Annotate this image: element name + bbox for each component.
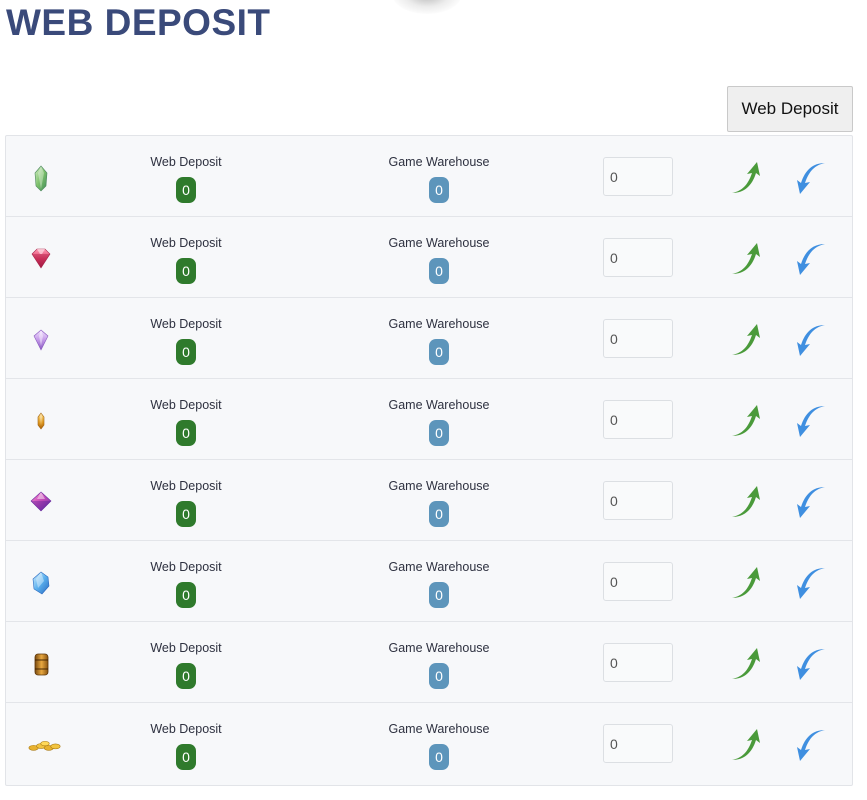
quantity-input[interactable] [603,319,673,358]
game-warehouse-column: Game Warehouse 0 [379,560,499,608]
quantity-input[interactable] [603,400,673,439]
web-deposit-column: Web Deposit 0 [136,398,236,446]
game-warehouse-count-badge: 0 [429,420,449,446]
web-deposit-label: Web Deposit [150,722,222,736]
item-row: Web Deposit 0 Game Warehouse 0 [6,622,852,703]
item-row: Web Deposit 0 Game Warehouse 0 [6,541,852,622]
page-title: WEB DEPOSIT [6,2,271,43]
web-deposit-column: Web Deposit 0 [136,641,236,689]
item-row: Web Deposit 0 Game Warehouse 0 [6,136,852,217]
gold-coins-icon [26,731,61,759]
game-warehouse-count-badge: 0 [429,177,449,203]
gold-stone-icon [26,650,56,678]
red-gem-icon [26,245,56,273]
game-warehouse-count-badge: 0 [429,339,449,365]
withdraw-arrow-down-icon[interactable] [792,727,828,763]
web-deposit-count-badge: 0 [176,177,196,203]
game-warehouse-count-badge: 0 [429,744,449,770]
green-crystal-icon [26,164,56,192]
withdraw-arrow-down-icon[interactable] [792,484,828,520]
quantity-input[interactable] [603,157,673,196]
deposit-arrow-up-icon[interactable] [728,646,764,682]
web-deposit-label: Web Deposit [150,398,222,412]
web-deposit-count-badge: 0 [176,339,196,365]
web-deposit-count-badge: 0 [176,582,196,608]
web-deposit-button[interactable]: Web Deposit [727,86,853,132]
web-deposit-count-badge: 0 [176,744,196,770]
web-deposit-count-badge: 0 [176,663,196,689]
web-deposit-column: Web Deposit 0 [136,722,236,770]
withdraw-arrow-down-icon[interactable] [792,241,828,277]
quantity-input[interactable] [603,238,673,277]
deposit-arrow-up-icon[interactable] [728,484,764,520]
deposit-arrow-up-icon[interactable] [728,241,764,277]
item-row: Web Deposit 0 Game Warehouse 0 [6,379,852,460]
withdraw-arrow-down-icon[interactable] [792,160,828,196]
web-deposit-column: Web Deposit 0 [136,479,236,527]
web-deposit-column: Web Deposit 0 [136,317,236,365]
web-deposit-label: Web Deposit [150,479,222,493]
game-warehouse-column: Game Warehouse 0 [379,155,499,203]
quantity-input[interactable] [603,724,673,763]
game-warehouse-count-badge: 0 [429,582,449,608]
web-deposit-column: Web Deposit 0 [136,560,236,608]
web-deposit-label: Web Deposit [150,641,222,655]
pink-diamond-icon [26,488,56,516]
game-warehouse-label: Game Warehouse [388,317,490,331]
game-warehouse-label: Game Warehouse [388,641,490,655]
game-warehouse-count-badge: 0 [429,501,449,527]
withdraw-arrow-down-icon[interactable] [792,403,828,439]
item-list: Web Deposit0Game Warehouse0Web Deposit0G… [5,135,853,786]
deposit-arrow-up-icon[interactable] [728,403,764,439]
web-deposit-count-badge: 0 [176,420,196,446]
game-warehouse-count-badge: 0 [429,663,449,689]
deposit-arrow-up-icon[interactable] [728,160,764,196]
game-warehouse-column: Game Warehouse 0 [379,317,499,365]
web-deposit-column: Web Deposit 0 [136,155,236,203]
item-row: Web Deposit 0 Game Warehouse 0 [6,217,852,298]
blue-crystal-icon [26,569,56,597]
game-warehouse-label: Game Warehouse [388,155,490,169]
item-row: Web Deposit 0 Game Warehouse 0 [6,298,852,379]
purple-gem-icon [26,326,56,354]
game-warehouse-label: Game Warehouse [388,479,490,493]
item-row: Web Deposit 0 Game Warehouse 0 [6,703,852,784]
web-deposit-label: Web Deposit [150,155,222,169]
quantity-input[interactable] [603,481,673,520]
deposit-arrow-up-icon[interactable] [728,322,764,358]
amber-crystal-icon [26,407,56,435]
game-warehouse-count-badge: 0 [429,258,449,284]
web-deposit-label: Web Deposit [150,236,222,250]
game-warehouse-column: Game Warehouse 0 [379,398,499,446]
deposit-arrow-up-icon[interactable] [728,727,764,763]
withdraw-arrow-down-icon[interactable] [792,565,828,601]
withdraw-arrow-down-icon[interactable] [792,322,828,358]
game-warehouse-label: Game Warehouse [388,722,490,736]
quantity-input[interactable] [603,643,673,682]
game-warehouse-column: Game Warehouse 0 [379,479,499,527]
web-deposit-column: Web Deposit 0 [136,236,236,284]
game-warehouse-label: Game Warehouse [388,560,490,574]
web-deposit-count-badge: 0 [176,501,196,527]
quantity-input[interactable] [603,562,673,601]
item-row: Web Deposit 0 Game Warehouse 0 [6,460,852,541]
web-deposit-label: Web Deposit [150,317,222,331]
web-deposit-label: Web Deposit [150,560,222,574]
blurred-decoration [392,0,462,14]
game-warehouse-column: Game Warehouse 0 [379,236,499,284]
withdraw-arrow-down-icon[interactable] [792,646,828,682]
game-warehouse-column: Game Warehouse 0 [379,641,499,689]
web-deposit-count-badge: 0 [176,258,196,284]
game-warehouse-column: Game Warehouse 0 [379,722,499,770]
game-warehouse-label: Game Warehouse [388,398,490,412]
deposit-arrow-up-icon[interactable] [728,565,764,601]
game-warehouse-label: Game Warehouse [388,236,490,250]
